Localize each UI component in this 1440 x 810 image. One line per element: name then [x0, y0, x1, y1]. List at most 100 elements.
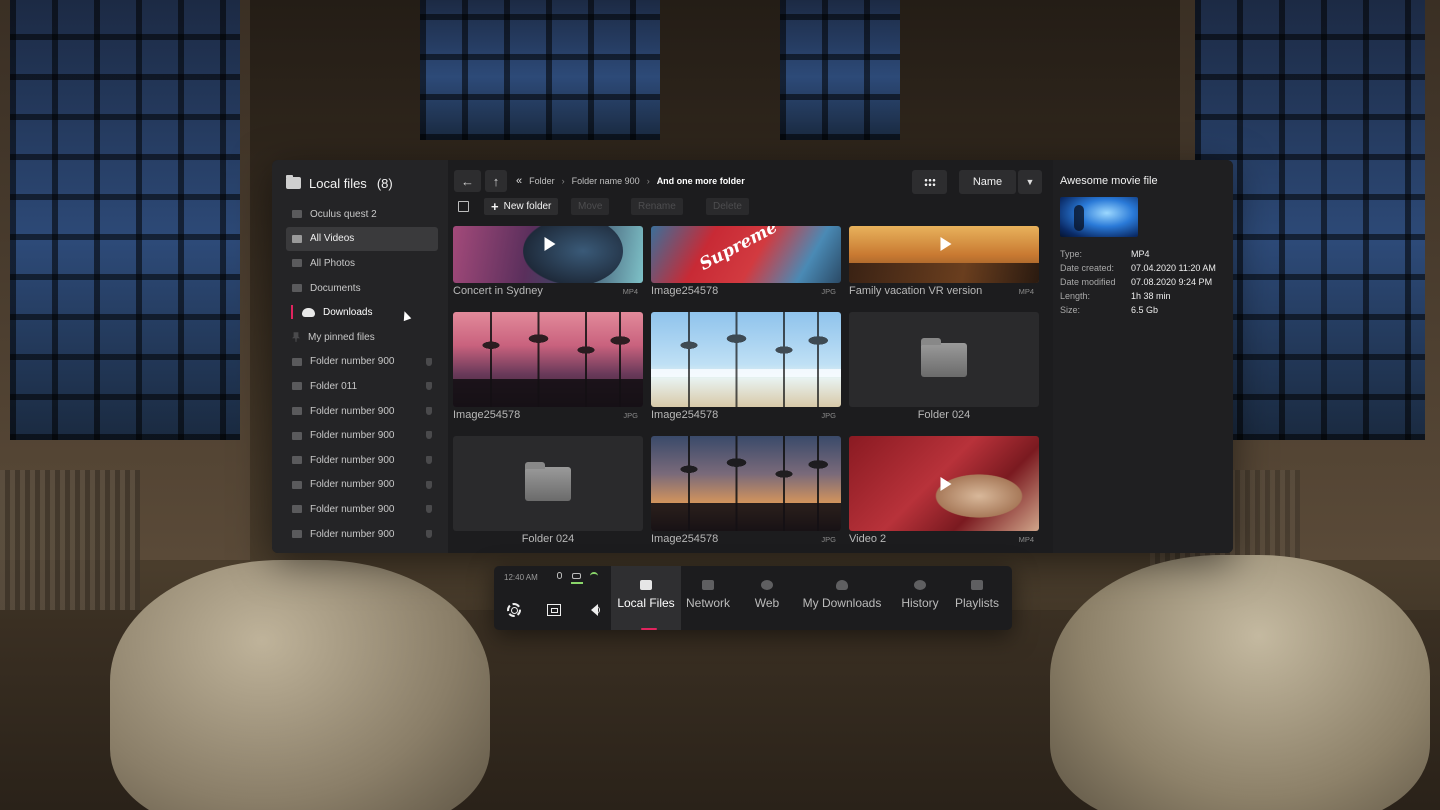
pin-icon[interactable]	[426, 505, 432, 514]
chevron-right-icon: ›	[646, 176, 650, 186]
sidebar-item-label: My pinned files	[308, 331, 375, 343]
cloud-download-icon	[836, 580, 848, 590]
file-name: Concert in Sydney	[453, 285, 543, 297]
folder-tile[interactable]	[453, 436, 643, 531]
sidebar-item-oculus-quest-2[interactable]: Oculus quest 2	[286, 202, 438, 227]
pin-icon[interactable]	[426, 480, 432, 489]
folder-icon	[292, 431, 302, 440]
rename-button[interactable]: Rename	[631, 198, 683, 215]
sidebar-item-label: Folder 011	[310, 380, 358, 392]
sidebar-item-folder[interactable]: Folder number 900	[286, 522, 438, 547]
sidebar-item-label: Downloads	[323, 307, 373, 319]
window-left	[10, 0, 240, 440]
photo-icon	[292, 259, 302, 268]
pin-icon[interactable]	[426, 382, 432, 391]
file-thumbnail[interactable]	[453, 226, 643, 283]
sidebar-item-folder[interactable]: Folder number 900	[286, 350, 438, 375]
new-folder-label: New folder	[503, 201, 552, 212]
play-icon	[940, 237, 952, 251]
pin-icon[interactable]	[426, 406, 432, 415]
volume-button[interactable]	[582, 598, 606, 622]
pin-icon[interactable]	[426, 357, 432, 366]
folder-name: Folder 024	[521, 533, 575, 545]
network-icon	[702, 580, 714, 590]
beanbag-right	[1050, 555, 1430, 810]
sidebar-item-pinned-files[interactable]: My pinned files	[286, 325, 438, 350]
tab-history[interactable]: History	[894, 566, 946, 630]
file-thumbnail[interactable]	[651, 312, 841, 407]
thumbnail-art	[523, 226, 623, 283]
tab-local-files[interactable]: Local Files	[611, 566, 681, 630]
pin-icon[interactable]	[426, 455, 432, 464]
thumbnail-art	[651, 502, 841, 531]
move-button[interactable]: Move	[571, 198, 610, 215]
file-caption: Video 2 MP4	[849, 533, 1039, 545]
breadcrumb-item[interactable]: Folder	[529, 176, 555, 186]
file-thumbnail[interactable]	[651, 436, 841, 531]
tab-label: Local Files	[617, 596, 675, 610]
file-format-badge: JPG	[821, 287, 836, 296]
gear-icon	[507, 603, 521, 617]
thumbnail-art	[849, 263, 1039, 283]
folder-icon	[525, 461, 571, 501]
sidebar-item-downloads[interactable]: Downloads	[286, 300, 438, 325]
file-caption: Concert in Sydney MP4	[453, 285, 643, 297]
double-chevron-left-icon[interactable]: «	[516, 175, 522, 187]
file-thumbnail[interactable]	[849, 226, 1039, 283]
speaker-icon	[590, 604, 600, 616]
sidebar-count: (8)	[376, 175, 393, 191]
sidebar-item-folder[interactable]: Folder number 900	[286, 473, 438, 498]
details-value: 6.5 Gb	[1131, 305, 1159, 315]
sidebar-item-folder[interactable]: Folder number 900	[286, 423, 438, 448]
details-key: Size:	[1060, 305, 1081, 315]
back-button[interactable]: ←	[454, 170, 481, 192]
details-value: 07.04.2020 11:20 AM	[1131, 263, 1216, 273]
sidebar-item-folder[interactable]: Folder number 900	[286, 399, 438, 424]
file-thumbnail[interactable]: Supreme	[651, 226, 841, 283]
tab-web[interactable]: Web	[743, 566, 791, 630]
folder-tile[interactable]	[849, 312, 1039, 407]
select-all-checkbox[interactable]	[458, 201, 469, 212]
tab-network[interactable]: Network	[681, 566, 735, 630]
details-key: Date created:	[1060, 263, 1115, 273]
tab-playlists[interactable]: Playlists	[950, 566, 1004, 630]
new-folder-button[interactable]: + New folder	[484, 198, 559, 215]
sort-dropdown-button[interactable]: ▼	[1018, 170, 1042, 194]
file-caption: Family vacation VR version MP4	[849, 285, 1039, 297]
sidebar-item-folder[interactable]: Folder number 900	[286, 497, 438, 522]
tab-label: Web	[754, 596, 780, 610]
delete-button[interactable]: Delete	[706, 198, 749, 215]
sidebar-item-all-photos[interactable]: All Photos	[286, 251, 438, 276]
settings-button[interactable]	[502, 598, 526, 622]
radiator-left	[0, 470, 140, 610]
folder-icon	[292, 530, 302, 539]
sidebar-item-all-videos[interactable]: All Videos	[286, 226, 438, 321]
details-thumbnail	[1060, 197, 1138, 237]
arrow-left-icon: ←	[461, 173, 474, 189]
bottom-dock: 12:40 AM Local Files Network Web My Down…	[494, 566, 1012, 630]
pin-icon[interactable]	[426, 529, 432, 538]
file-caption: Folder 024	[453, 533, 643, 545]
tab-label: Playlists	[954, 596, 999, 610]
file-name: Image254578	[651, 533, 719, 545]
pin-icon[interactable]	[426, 431, 432, 440]
details-row: Size: 6.5 Gb	[1060, 303, 1226, 317]
folder-icon	[292, 407, 302, 416]
folder-icon	[292, 382, 302, 391]
sidebar-item-folder[interactable]: Folder number 900	[286, 448, 438, 473]
document-icon	[292, 284, 302, 293]
file-thumbnail[interactable]	[849, 436, 1039, 531]
sidebar-item-label: Folder number 900	[310, 405, 395, 417]
up-button[interactable]: ↑	[485, 170, 507, 192]
fullscreen-button[interactable]	[542, 598, 566, 622]
grid-view-button[interactable]	[912, 170, 947, 194]
file-name: Image254578	[651, 409, 719, 421]
local-files-icon	[640, 580, 652, 590]
sort-select[interactable]: Name	[959, 170, 1016, 194]
tab-my-downloads[interactable]: My Downloads	[800, 566, 884, 630]
sidebar-item-documents[interactable]: Documents	[286, 276, 438, 301]
breadcrumb-item[interactable]: Folder name 900	[572, 176, 640, 186]
sidebar-item-folder[interactable]: Folder 011	[286, 374, 438, 399]
file-thumbnail[interactable]	[453, 312, 643, 407]
file-format-badge: JPG	[623, 411, 638, 420]
